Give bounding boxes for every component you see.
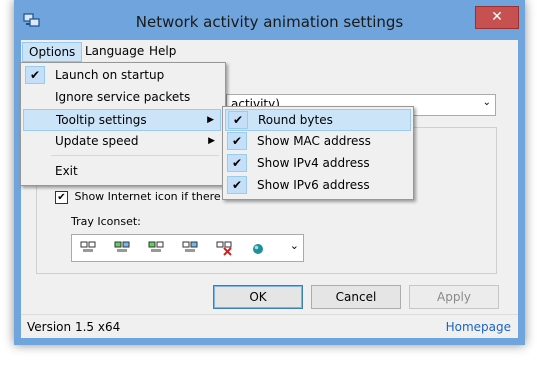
homepage-link[interactable]: Homepage <box>446 320 511 334</box>
close-icon: ✕ <box>491 9 503 25</box>
chevron-down-icon: ⌄ <box>289 239 299 252</box>
window-title: Network activity animation settings <box>135 13 404 31</box>
menu-item-label: Show MAC address <box>257 134 371 148</box>
submenu-item-show-ipv4[interactable]: ✔ Show IPv4 address <box>225 153 411 173</box>
menu-bar: Options Language Help <box>21 40 518 62</box>
menu-item-label: Update speed <box>55 134 139 148</box>
menu-separator <box>51 155 219 156</box>
check-icon: ✔ <box>228 111 248 129</box>
menu-item-label: Launch on startup <box>55 68 165 82</box>
submenu-item-show-mac[interactable]: ✔ Show MAC address <box>225 131 411 151</box>
menu-item-label: Tooltip settings <box>56 113 147 127</box>
cancel-button[interactable]: Cancel <box>311 285 401 309</box>
options-menu: ✔ Launch on startup Ignore service packe… <box>20 62 226 186</box>
ok-button[interactable]: OK <box>213 285 303 309</box>
tray-disconnected-icon <box>216 241 232 256</box>
tray-monitors-blue-icon <box>182 241 198 252</box>
menu-item-exit[interactable]: Exit <box>23 161 221 181</box>
submenu-arrow-icon: ▶ <box>207 115 214 125</box>
menu-item-tooltip-settings[interactable]: Tooltip settings ▶ <box>23 109 221 131</box>
tray-monitors-green-icon <box>148 241 164 252</box>
internet-icon-checkbox[interactable]: ✔ <box>55 190 68 204</box>
check-icon: ✔ <box>227 176 247 194</box>
tooltip-settings-submenu: ✔ Round bytes ✔ Show MAC address ✔ Show … <box>222 106 414 200</box>
submenu-arrow-icon: ▶ <box>208 136 215 146</box>
title-bar[interactable]: Network activity animation settings ✕ <box>14 0 525 40</box>
tray-iconset-select[interactable]: ⌄ <box>71 234 304 262</box>
status-bar: Version 1.5 x64 Homepage <box>21 314 518 339</box>
apply-button[interactable]: Apply <box>409 285 499 309</box>
menu-language[interactable]: Language <box>79 42 150 60</box>
check-icon: ✔ <box>25 66 45 84</box>
tray-globe-icon <box>253 244 263 254</box>
menu-help[interactable]: Help <box>143 42 182 60</box>
menu-item-label: Show IPv6 address <box>257 178 370 192</box>
submenu-item-show-ipv6[interactable]: ✔ Show IPv6 address <box>225 175 411 195</box>
menu-item-label: Ignore service packets <box>55 90 191 104</box>
tray-monitors-gray-icon <box>80 241 96 252</box>
submenu-item-round-bytes[interactable]: ✔ Round bytes <box>225 109 411 131</box>
menu-item-label: Show IPv4 address <box>257 156 370 170</box>
tray-monitors-green-blue-icon <box>114 241 130 252</box>
chevron-down-icon: ⌄ <box>482 97 491 108</box>
close-button[interactable]: ✕ <box>475 6 519 29</box>
menu-item-ignore-service-packets[interactable]: Ignore service packets <box>23 87 221 107</box>
version-label: Version 1.5 x64 <box>27 320 121 334</box>
menu-options[interactable]: Options <box>22 42 83 62</box>
tray-iconset-label: Tray Iconset: <box>71 215 141 228</box>
menu-item-label: Exit <box>55 164 78 178</box>
menu-item-launch-on-startup[interactable]: ✔ Launch on startup <box>23 65 221 85</box>
check-icon: ✔ <box>227 154 247 172</box>
menu-item-update-speed[interactable]: Update speed ▶ <box>23 131 221 151</box>
check-icon: ✔ <box>227 132 247 150</box>
menu-item-label: Round bytes <box>258 113 333 127</box>
